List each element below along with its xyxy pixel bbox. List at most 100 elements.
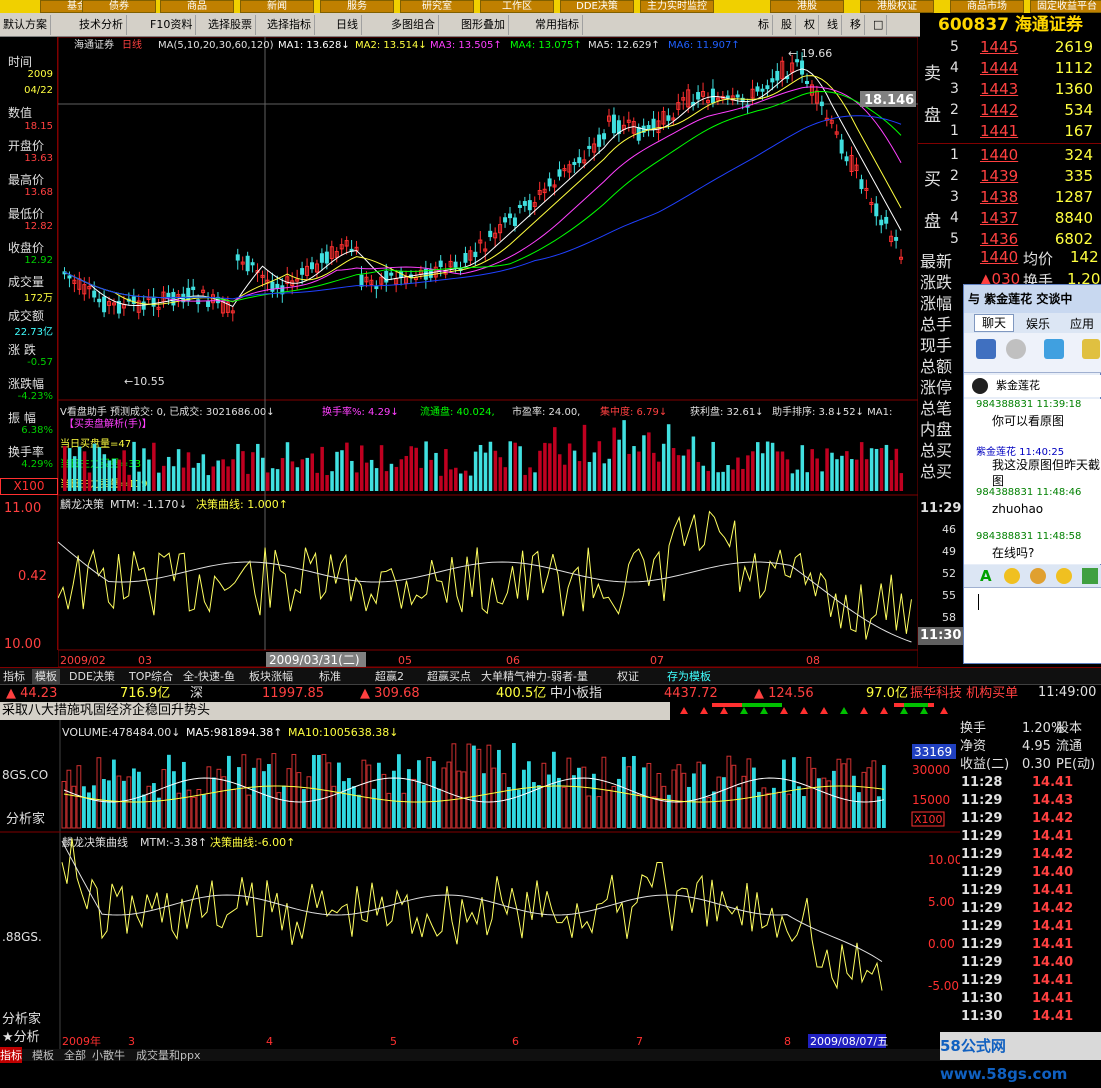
tick-info-label: 换手	[960, 721, 987, 736]
lower-zoom-label: X100	[914, 813, 943, 826]
toolbar-item-3[interactable]: 选择股票	[205, 15, 256, 35]
menu-item-12[interactable]: 固定收益平台	[1030, 0, 1101, 13]
indicator-tab[interactable]: 存为模板	[664, 669, 714, 684]
chat-msg-text: 在线吗?	[992, 546, 1035, 560]
menu-item-4[interactable]: 服务	[320, 0, 394, 13]
chat-title[interactable]: 与 紫金莲花 交谈中	[964, 285, 1101, 313]
tab-fun[interactable]: 娱乐	[1026, 315, 1050, 332]
font-icon[interactable]: A	[980, 567, 992, 585]
toolbar-item-9[interactable]: 标	[755, 15, 773, 35]
menu-item-11[interactable]: 商品市场	[950, 0, 1024, 13]
toolbar-item-2[interactable]: F10资料	[147, 15, 197, 35]
indicator-tab[interactable]: 标准	[316, 669, 344, 684]
volume-bar	[869, 448, 874, 491]
tab-chat[interactable]: 聊天	[974, 314, 1014, 332]
lower-volume-bar	[476, 748, 482, 829]
lower-volume-bar	[626, 766, 632, 829]
animation-icon[interactable]	[1056, 568, 1072, 584]
lower-volume-bar	[596, 796, 602, 829]
breadth-arrow	[780, 707, 788, 714]
indicator-tab[interactable]: 超赢买点	[424, 669, 474, 684]
toolbar-item-7[interactable]: 图形叠加	[458, 15, 509, 35]
more-icon[interactable]	[1082, 339, 1100, 359]
toolbar-item-12[interactable]: 线	[824, 15, 842, 35]
toolbar-item-10[interactable]: 股	[778, 15, 796, 35]
lower-volume-bar	[716, 776, 722, 829]
volume-bar	[444, 449, 448, 491]
menu-item-2[interactable]: 商品	[160, 0, 234, 13]
toolbar-item-5[interactable]: 日线	[333, 15, 362, 35]
candle-body	[646, 125, 651, 131]
tick-time: 11:29	[961, 937, 1003, 952]
volume-bar	[612, 427, 616, 491]
indicator-tab[interactable]: 全-快速-鱼	[180, 669, 238, 684]
indicator-tab[interactable]: 大单精气神力-弱者-量	[478, 669, 591, 684]
tick-row: 11:29 14.42	[958, 810, 1101, 828]
indicator-tab[interactable]: TOP综合	[126, 669, 176, 684]
menu-item-10[interactable]: 港股权证	[860, 0, 934, 13]
lower-volume-bar	[122, 780, 126, 828]
lower-volume-bar	[461, 771, 467, 829]
candle-body	[438, 260, 443, 268]
toolbar-item-6[interactable]: 多图组合	[388, 15, 439, 35]
lower-volume-bar	[286, 768, 292, 829]
volume-bar	[171, 466, 176, 491]
index-item: 400.5亿	[496, 686, 547, 701]
indicator-tab[interactable]: 模板	[32, 669, 60, 684]
sell-volume: 167	[1064, 122, 1093, 140]
lower-volume-bar	[372, 788, 376, 828]
candle-body	[597, 134, 602, 147]
volume-bar	[251, 452, 255, 491]
toolbar-item-4[interactable]: 选择指标	[264, 15, 315, 35]
candle-body	[453, 261, 458, 268]
candle-body	[651, 118, 656, 130]
lower-volume-bar	[802, 796, 806, 828]
indicator-tab[interactable]: 指标	[0, 669, 28, 684]
indicator-tab[interactable]: 板块涨幅	[246, 669, 296, 684]
indicator-tab[interactable]: 超赢2	[372, 669, 407, 684]
indicator-tab[interactable]: 权证	[614, 669, 642, 684]
webcam-icon[interactable]	[1006, 339, 1026, 359]
toolbar-item-11[interactable]: 权	[801, 15, 819, 35]
toolbar-item-8[interactable]: 常用指标	[532, 15, 583, 35]
lower-chart-area[interactable]: VOLUME:478484.00↓ MA5:981894.38↑ MA10:1005…	[0, 720, 960, 1061]
mtm-axis-top: 11.00	[4, 501, 42, 516]
screenshot-icon[interactable]	[1082, 568, 1098, 584]
chat-window[interactable]: 与 紫金莲花 交谈中 聊天 娱乐 应用 紫金莲花 (34143940 98438…	[963, 284, 1101, 664]
menu-item-3[interactable]: 新闻	[240, 0, 314, 13]
change-label: 涨 跌	[8, 343, 36, 357]
toolbar-item-1[interactable]: 技术分析	[76, 15, 127, 35]
tab-apps[interactable]: 应用	[1070, 315, 1094, 332]
lower-volume-bar	[146, 785, 152, 829]
menu-item-5[interactable]: 研究室	[400, 0, 474, 13]
toolbar-item-13[interactable]: 移	[847, 15, 865, 35]
menu-item-7[interactable]: DDE决策	[560, 0, 634, 13]
candle-body	[488, 230, 493, 238]
menu-item-8[interactable]: 主力实时监控	[640, 0, 714, 13]
mtm-axis-mid: 0.42	[18, 569, 47, 584]
zoom-button[interactable]: X100	[0, 478, 58, 495]
breadth-arrow	[920, 707, 928, 714]
assistant-text: 市盈率: 24.00,	[512, 405, 580, 418]
toolbar-item-14[interactable]: □	[870, 15, 888, 35]
lower-volume-bar	[306, 776, 312, 829]
indicator-tab[interactable]: DDE决策	[66, 669, 118, 684]
tick-price: 14.40	[1032, 955, 1074, 970]
emoji-icon[interactable]	[1004, 568, 1020, 584]
volume-bar	[483, 452, 488, 491]
news-ticker[interactable]: 采取八大措施巩固经济企稳回升势头	[0, 702, 670, 720]
video-icon[interactable]	[976, 339, 996, 359]
chat-msg-text: zhuohao	[992, 502, 1044, 516]
candle-body	[428, 269, 433, 278]
chat-input[interactable]	[964, 587, 1101, 663]
lower-mtm-axis: -5.00	[928, 979, 959, 993]
menu-item-9[interactable]: 港股	[770, 0, 844, 13]
sticker-icon[interactable]	[1030, 568, 1046, 584]
candle-body	[710, 88, 715, 104]
menu-item-1[interactable]: 债券	[82, 0, 156, 13]
menu-item-6[interactable]: 工作区	[480, 0, 554, 13]
toolbar-item-0[interactable]: 默认方案	[0, 15, 51, 35]
main-chart-area[interactable]: ← 19.66 ←10.55 18.146 海通证券 日线 MA(5,10,20,30,6…	[58, 37, 918, 667]
index-item: 深	[190, 686, 204, 701]
file-transfer-icon[interactable]	[1044, 339, 1064, 359]
